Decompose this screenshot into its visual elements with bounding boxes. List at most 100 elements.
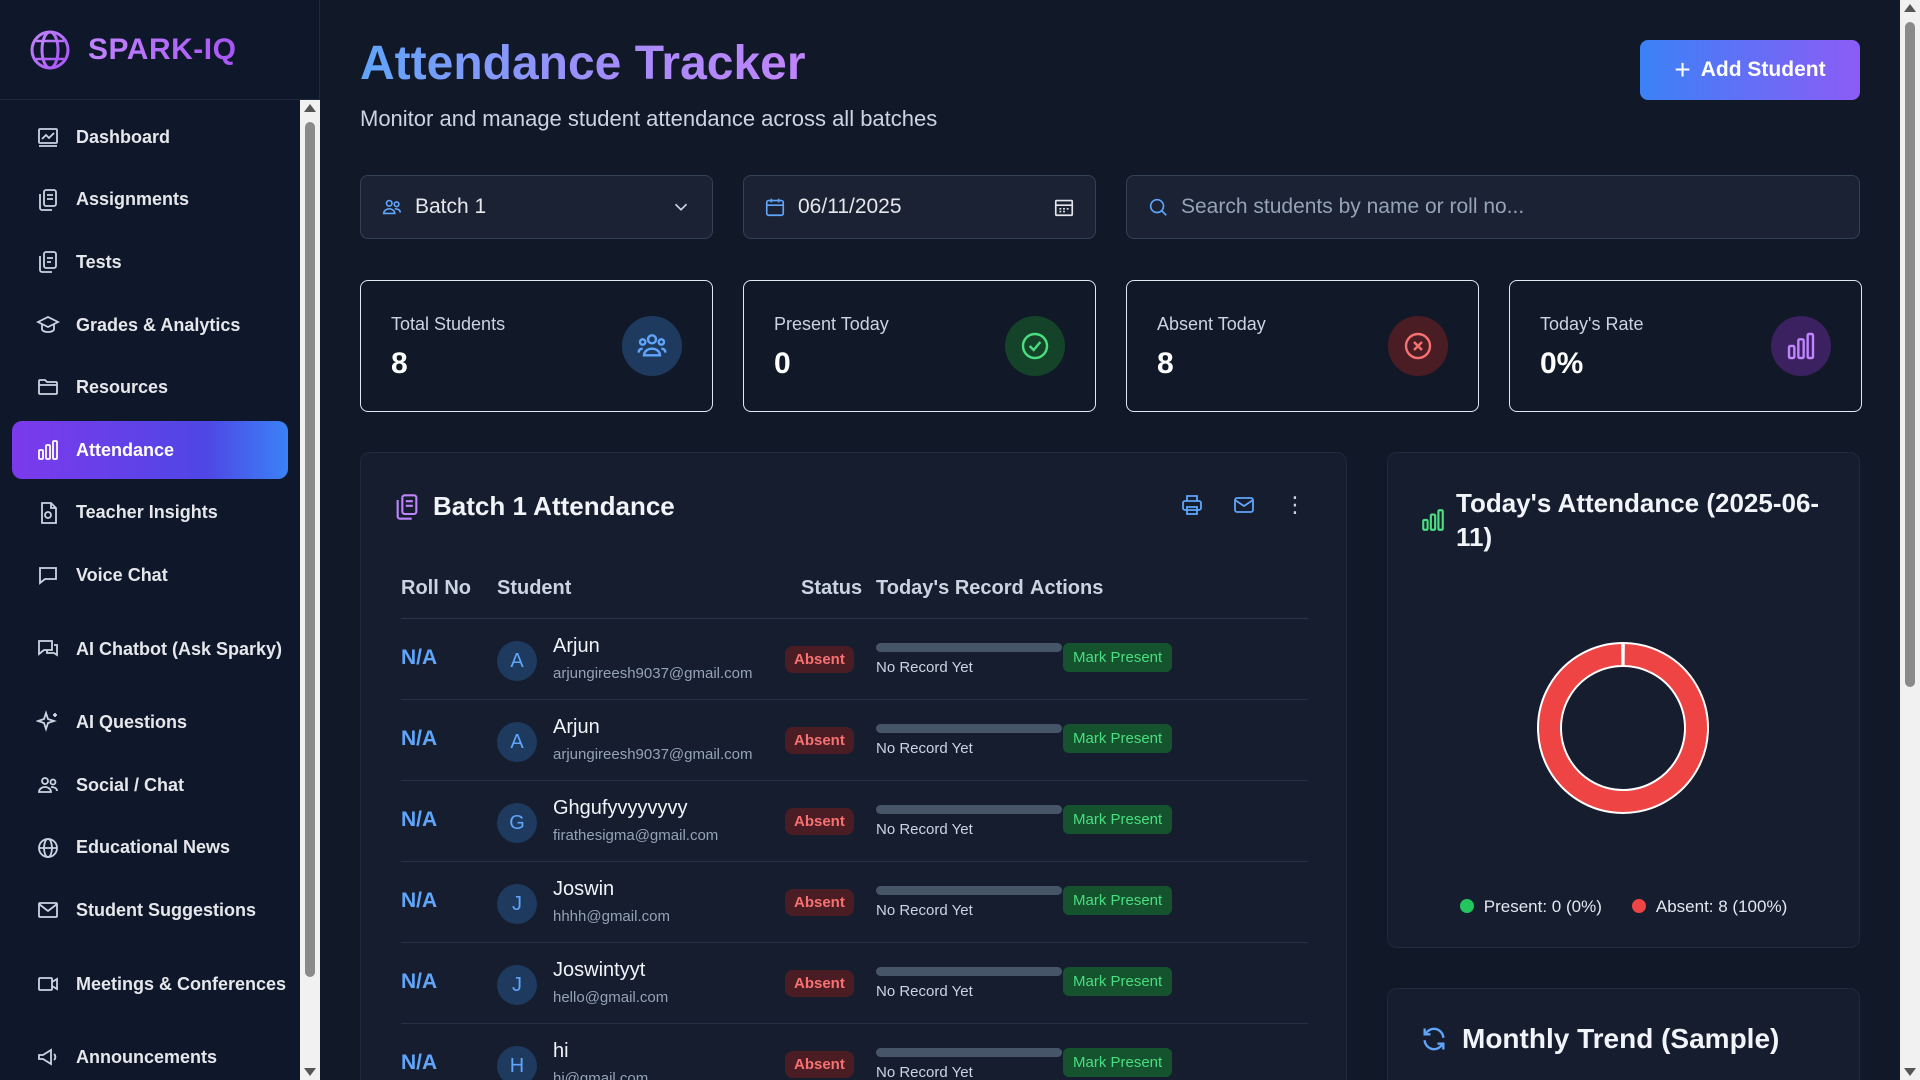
attendance-donut-chart[interactable] xyxy=(1528,633,1718,823)
stat-card-todays-rate: Today's Rate 0% xyxy=(1509,280,1862,412)
stat-value: 0 xyxy=(774,347,791,380)
more-options-icon[interactable]: ⋮ xyxy=(1284,493,1306,517)
roll-number: N/A xyxy=(401,727,438,750)
attendance-table-card: Batch 1 Attendance ⋮ Roll No Student Sta… xyxy=(360,452,1347,1080)
record-progress-bar xyxy=(876,886,1062,895)
status-badge: Absent xyxy=(785,970,854,997)
legend-item-absent[interactable]: Absent: 8 (100%) xyxy=(1631,897,1787,917)
video-icon xyxy=(36,972,60,996)
legend-dot-absent xyxy=(1631,899,1646,913)
sidebar-item-ai-chatbot[interactable]: AI Chatbot (Ask Sparky) xyxy=(12,609,288,689)
mark-present-button[interactable]: Mark Present xyxy=(1063,1048,1173,1077)
student-email: firathesigma@gmail.com xyxy=(553,827,719,844)
batch-select[interactable]: Batch 1 xyxy=(360,175,713,239)
sidebar-item-grades-analytics[interactable]: Grades & Analytics xyxy=(12,296,288,354)
sidebar-item-voice-chat[interactable]: Voice Chat xyxy=(12,546,288,604)
users-icon xyxy=(622,316,682,376)
stat-card-absent-today: Absent Today 8 xyxy=(1126,280,1479,412)
sidebar-item-label: AI Questions xyxy=(76,712,188,733)
stat-label: Today's Rate xyxy=(1540,314,1644,334)
column-header: Today's Record xyxy=(876,577,1024,599)
student-email: hi@gmail.com xyxy=(553,1070,649,1080)
student-email: hello@gmail.com xyxy=(553,989,669,1006)
record-progress-bar xyxy=(876,643,1062,652)
page-scrollbar[interactable] xyxy=(1900,0,1920,1080)
check-circle-icon xyxy=(1005,316,1065,376)
scroll-down-arrow-icon[interactable] xyxy=(304,1068,316,1076)
roll-number: N/A xyxy=(401,889,438,912)
add-student-label: Add Student xyxy=(1700,58,1826,81)
column-header: Roll No xyxy=(401,577,471,599)
roll-number: N/A xyxy=(401,808,438,831)
sidebar-item-student-suggestions[interactable]: Student Suggestions xyxy=(12,881,288,939)
mail-icon[interactable] xyxy=(1232,493,1256,517)
sidebar-item-tests[interactable]: Tests xyxy=(12,233,288,291)
mark-present-button[interactable]: Mark Present xyxy=(1063,886,1173,915)
table-row: N/A J Joswin hhhh@gmail.com Absent No Re… xyxy=(401,862,1308,943)
sidebar-item-label: Social / Chat xyxy=(76,774,185,795)
sidebar-item-meetings-conferences[interactable]: Meetings & Conferences xyxy=(12,944,288,1024)
sidebar-item-assignments[interactable]: Assignments xyxy=(12,171,288,229)
calendar-picker-icon[interactable] xyxy=(1053,196,1075,218)
dashboard-icon xyxy=(36,125,60,149)
sidebar-item-announcements[interactable]: Announcements xyxy=(12,1028,288,1080)
sidebar-item-attendance[interactable]: Attendance xyxy=(12,420,288,479)
search-icon xyxy=(1149,198,1167,216)
sidebar-item-label: Assignments xyxy=(76,189,190,210)
sidebar-scroll-thumb[interactable] xyxy=(305,122,315,977)
mark-present-button[interactable]: Mark Present xyxy=(1063,724,1173,753)
sidebar-item-label: Tests xyxy=(76,252,122,273)
sidebar-item-ai-questions[interactable]: AI Questions xyxy=(12,693,288,751)
bar-chart-icon xyxy=(36,438,60,462)
student-email: arjungireesh9037@gmail.com xyxy=(553,665,753,682)
sidebar-item-label: AI Chatbot (Ask Sparky) xyxy=(76,638,283,659)
clipboard-icon xyxy=(396,493,418,520)
status-badge: Absent xyxy=(785,1051,854,1078)
sidebar-item-educational-news[interactable]: Educational News xyxy=(12,819,288,877)
scroll-up-arrow-icon[interactable] xyxy=(1904,4,1916,12)
sidebar-item-social-chat[interactable]: Social / Chat xyxy=(12,756,288,814)
page-scroll-thumb[interactable] xyxy=(1905,22,1915,687)
student-name: Arjun xyxy=(553,716,600,738)
legend-dot-present xyxy=(1459,899,1474,913)
table-card-header: Batch 1 Attendance xyxy=(393,491,675,522)
record-progress-bar xyxy=(876,724,1062,733)
stat-card-present-today: Present Today 0 xyxy=(743,280,1096,412)
brand[interactable]: SPARK-IQ xyxy=(0,0,319,100)
sidebar-scrollbar[interactable] xyxy=(300,100,320,1080)
scroll-down-arrow-icon[interactable] xyxy=(1904,1068,1916,1076)
chart-legend: Present: 0 (0%) Absent: 8 (100%) xyxy=(1388,897,1859,917)
bar-chart-icon xyxy=(1771,316,1831,376)
sidebar-item-resources[interactable]: Resources xyxy=(12,358,288,416)
scroll-up-arrow-icon[interactable] xyxy=(304,104,316,112)
sidebar-item-teacher-insights[interactable]: Teacher Insights xyxy=(12,484,288,542)
megaphone-icon xyxy=(36,1045,60,1069)
mark-present-button[interactable]: Mark Present xyxy=(1063,643,1173,672)
status-badge: Absent xyxy=(785,808,854,835)
legend-item-present[interactable]: Present: 0 (0%) xyxy=(1459,897,1602,917)
donut-slice-absent[interactable] xyxy=(1537,641,1709,814)
tests-icon xyxy=(36,250,60,274)
mark-present-button[interactable]: Mark Present xyxy=(1063,967,1173,996)
sidebar-item-label: Educational News xyxy=(76,837,231,858)
sidebar-item-label: Teacher Insights xyxy=(76,502,218,523)
record-text: No Record Yet xyxy=(876,821,973,838)
chart-title: Today's Attendance (2025-06-11) xyxy=(1456,488,1820,552)
monthly-card-header: Monthly Trend (Sample) xyxy=(1420,1023,1779,1055)
mark-present-button[interactable]: Mark Present xyxy=(1063,805,1173,834)
calendar-icon xyxy=(765,198,785,217)
print-icon[interactable] xyxy=(1180,493,1204,517)
monthly-title: Monthly Trend (Sample) xyxy=(1462,1023,1780,1054)
sidebar: SPARK-IQ Dashboard Assignments Tests Gra… xyxy=(0,0,320,1080)
record-text: No Record Yet xyxy=(876,983,973,1000)
sidebar-item-label: Resources xyxy=(76,377,169,398)
date-field[interactable]: 06/11/2025 xyxy=(743,175,1096,239)
add-student-button[interactable]: + Add Student xyxy=(1640,40,1860,100)
plus-icon: + xyxy=(1674,54,1691,85)
search-input[interactable]: Search students by name or roll no... xyxy=(1126,175,1860,239)
record-text: No Record Yet xyxy=(876,659,973,676)
chat-bubbles-icon xyxy=(36,637,60,661)
sidebar-item-dashboard[interactable]: Dashboard xyxy=(12,108,288,166)
assignments-icon xyxy=(36,188,60,212)
record-text: No Record Yet xyxy=(876,740,973,757)
